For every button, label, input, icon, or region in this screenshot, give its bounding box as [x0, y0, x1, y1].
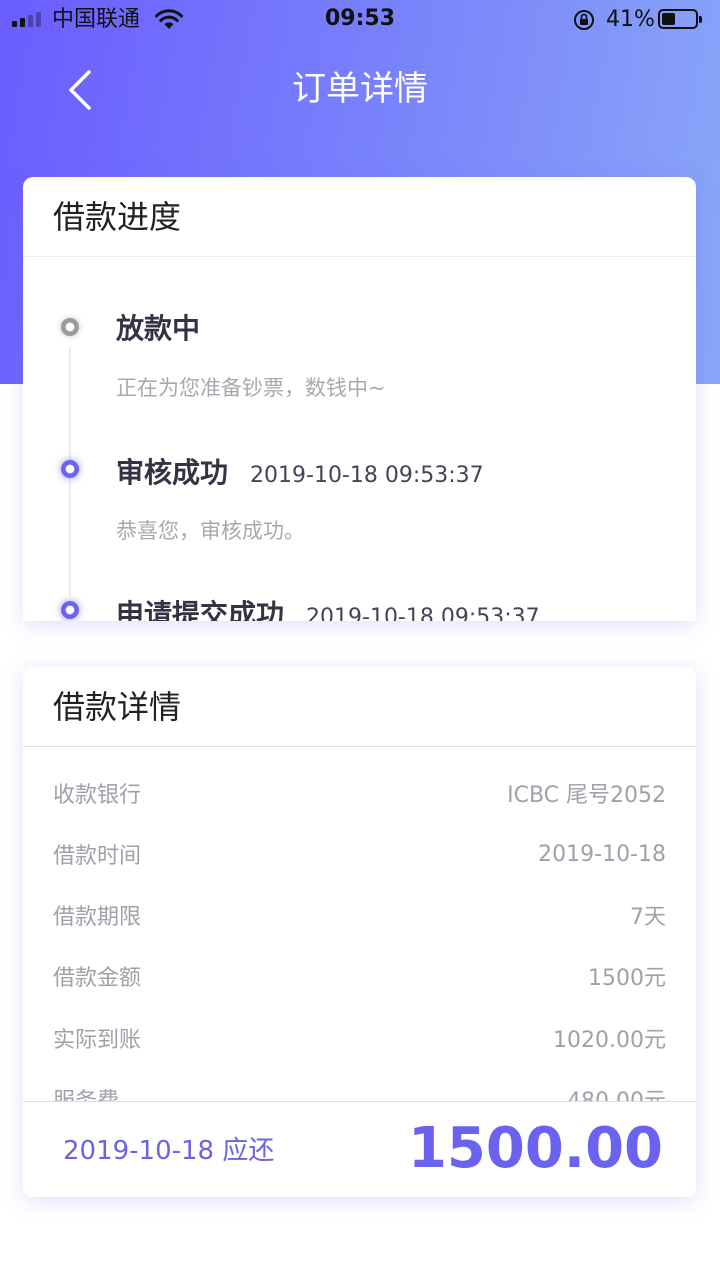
detail-list[interactable]: 收款银行 ICBC 尾号2052 借款时间 2019-10-18 借款期限 7天…	[23, 747, 696, 1102]
detail-value: 2019-10-18	[538, 841, 666, 867]
detail-card-title: 借款详情	[23, 667, 696, 747]
detail-label: 借款时间	[53, 844, 142, 869]
detail-value: 1500元	[588, 966, 666, 991]
step-time: 2019-10-18 09:53:37	[250, 463, 484, 488]
step-status: 审核成功	[116, 456, 229, 489]
detail-label: 实际到账	[53, 1028, 142, 1053]
timeline-step-2: 审核成功 2019-10-18 09:53:37	[116, 451, 484, 491]
detail-row-service-fee: 服务费 480.00元	[53, 1081, 666, 1102]
timeline-dot-done	[61, 460, 79, 478]
timeline-dot-pending	[61, 318, 79, 336]
detail-row-received: 实际到账 1020.00元	[53, 1020, 666, 1056]
detail-row-term: 借款期限 7天	[53, 897, 666, 933]
detail-label: 收款银行	[53, 783, 142, 808]
progress-card-title: 借款进度	[23, 177, 696, 257]
battery-percentage: 41%	[606, 7, 655, 32]
detail-label: 借款期限	[53, 905, 142, 930]
step-time: 2019-10-18 09:53:37	[306, 605, 540, 621]
detail-value: 7天	[630, 905, 666, 930]
detail-row-amount: 借款金额 1500元	[53, 958, 666, 994]
battery-nub	[699, 16, 702, 23]
due-date-label: 2019-10-18 应还	[63, 1136, 275, 1166]
progress-timeline: 放款中 正在为您准备钞票，数钱中~ 审核成功 2019-10-18 09:53:…	[23, 257, 696, 621]
detail-value: ICBC 尾号2052	[507, 783, 666, 808]
timeline-step-1: 放款中	[116, 307, 200, 347]
step-description: 恭喜您，审核成功。	[116, 519, 305, 543]
timeline-dot-done	[61, 601, 79, 619]
repayment-footer: 2019-10-18 应还 1500.00	[23, 1101, 696, 1197]
rotation-lock-icon	[572, 8, 596, 36]
status-bar: 中国联通 09:53 41%	[0, 0, 720, 40]
step-status: 申请提交成功	[116, 598, 285, 621]
loan-detail-card: 借款详情 收款银行 ICBC 尾号2052 借款时间 2019-10-18 借款…	[23, 667, 696, 1197]
step-description: 正在为您准备钞票，数钱中~	[116, 376, 386, 400]
loan-progress-card: 借款进度 放款中 正在为您准备钞票，数钱中~ 审核成功 2019-10-18 0…	[23, 177, 696, 621]
detail-label: 借款金额	[53, 966, 142, 991]
step-status: 放款中	[116, 312, 201, 345]
due-amount: 1500.00	[407, 1116, 663, 1181]
detail-value: 480.00元	[567, 1089, 666, 1102]
detail-row-bank: 收款银行 ICBC 尾号2052	[53, 775, 666, 811]
detail-label: 服务费	[53, 1089, 120, 1102]
page-title: 订单详情	[292, 69, 428, 109]
detail-value: 1020.00元	[553, 1028, 666, 1053]
battery-icon	[658, 9, 702, 29]
detail-row-loan-time: 借款时间 2019-10-18	[53, 836, 666, 872]
battery-fill	[662, 13, 675, 25]
timeline-step-3: 申请提交成功 2019-10-18 09:53:37	[116, 593, 540, 621]
